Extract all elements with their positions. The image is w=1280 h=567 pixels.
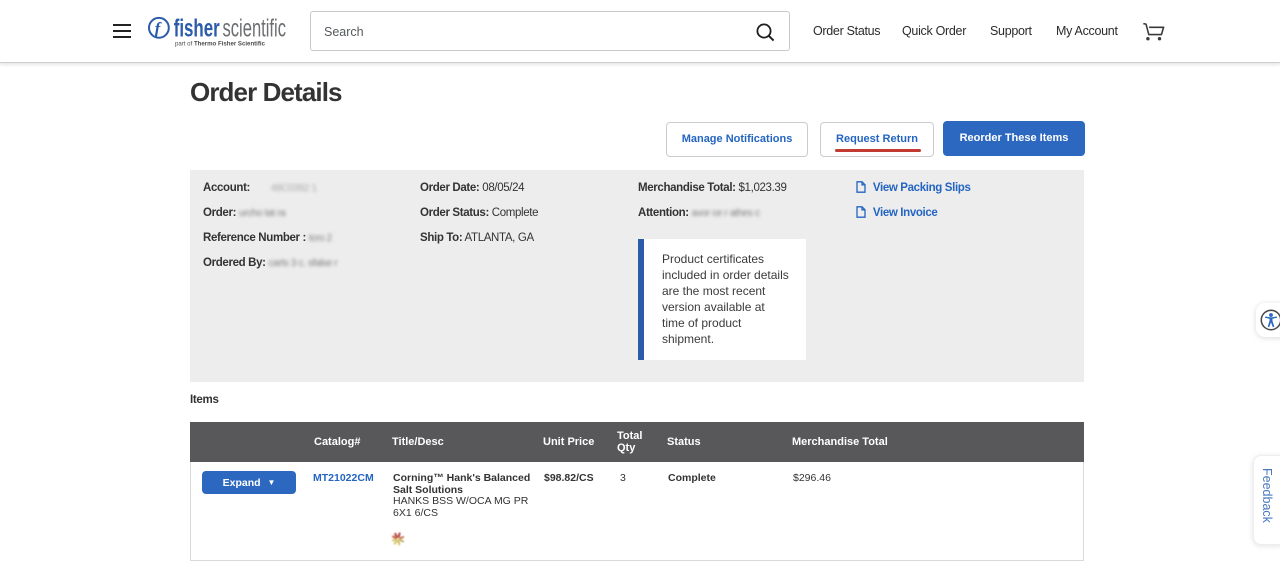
svg-text:fisher: fisher <box>174 15 220 42</box>
svg-text:part of Thermo Fisher Scientif: part of Thermo Fisher Scientific <box>175 41 265 48</box>
svg-text:scientific: scientific <box>223 15 287 42</box>
svg-text:f: f <box>155 19 163 38</box>
